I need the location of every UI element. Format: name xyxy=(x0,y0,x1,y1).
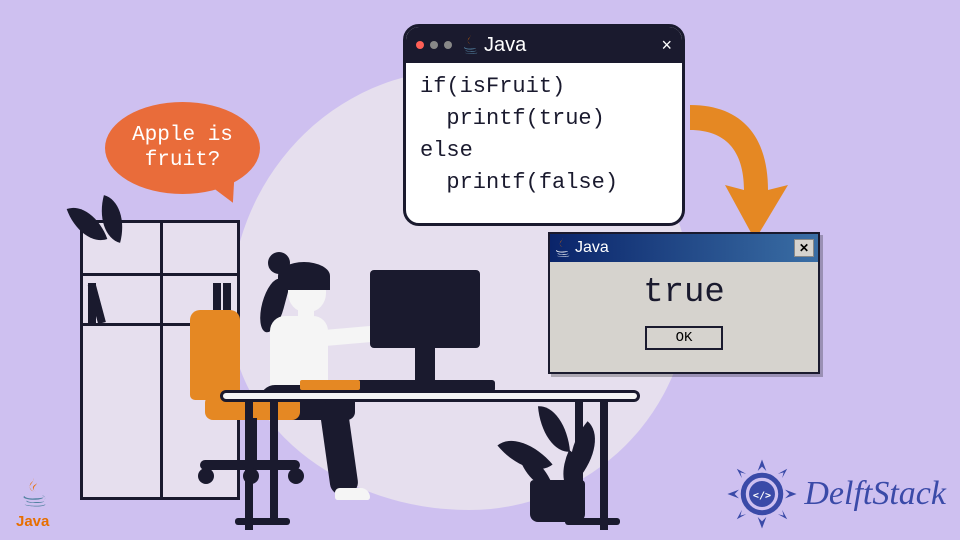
speech-bubble: Apple is fruit? xyxy=(105,102,260,194)
dialog-title: Java xyxy=(575,239,609,257)
java-logo: Java xyxy=(16,478,49,530)
java-icon xyxy=(554,238,570,258)
code-body: if(isFruit) printf(true) else printf(fal… xyxy=(406,63,682,207)
result-dialog: Java ✕ true OK xyxy=(548,232,820,374)
traffic-light-red-icon xyxy=(416,41,424,49)
arrow-icon xyxy=(670,100,790,250)
monitor xyxy=(370,270,480,348)
svg-text:</>: </> xyxy=(753,490,771,501)
chair-back xyxy=(190,310,240,400)
plant xyxy=(510,405,605,490)
ok-button[interactable]: OK xyxy=(645,326,723,350)
delftstack-logo: </> DelftStack xyxy=(726,458,946,530)
code-window: Java × if(isFruit) printf(true) else pri… xyxy=(403,24,685,226)
dialog-close-icon[interactable]: ✕ xyxy=(794,239,814,257)
code-window-titlebar: Java × xyxy=(406,27,682,63)
java-icon xyxy=(462,35,478,55)
code-window-title: Java xyxy=(484,34,526,57)
brand-text: DelftStack xyxy=(804,475,946,513)
flower-icon: </> xyxy=(726,458,798,530)
close-icon[interactable]: × xyxy=(661,35,672,56)
dialog-body: true xyxy=(550,262,818,320)
keyboard xyxy=(300,380,360,390)
dialog-titlebar: Java ✕ xyxy=(550,234,818,262)
traffic-light-icon xyxy=(444,41,452,49)
speech-text: Apple is fruit? xyxy=(105,123,260,173)
java-logo-text: Java xyxy=(16,513,49,530)
traffic-light-icon xyxy=(430,41,438,49)
